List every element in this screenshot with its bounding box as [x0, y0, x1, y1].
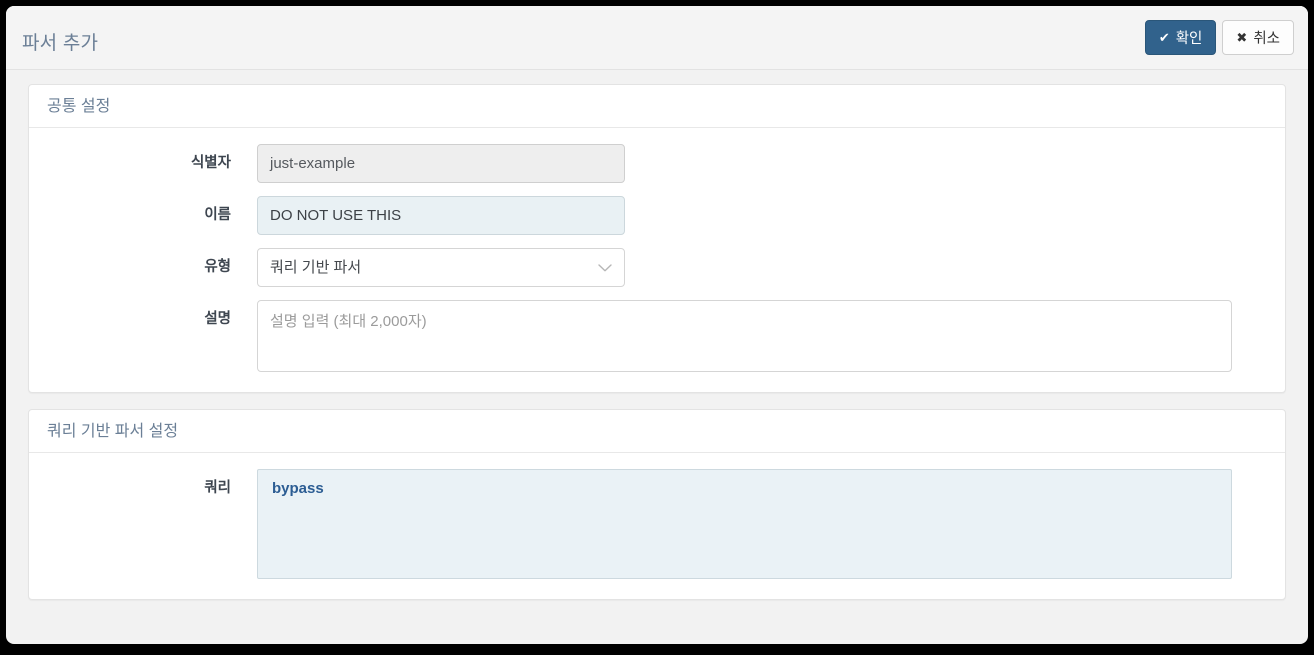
form-row-description: 설명 설명 입력 (최대 2,000자) [29, 300, 1259, 372]
identifier-label: 식별자 [190, 155, 231, 171]
confirm-button[interactable]: ✔ 확인 [1144, 20, 1217, 55]
panel-query-parser-settings-heading: 쿼리 기반 파서 설정 [29, 410, 1285, 453]
form-row-identifier: 식별자 just-example [29, 144, 1259, 183]
query-label: 쿼리 [204, 480, 231, 496]
query-code-token: bypass [272, 480, 324, 497]
cancel-button[interactable]: ✖ 취소 [1222, 20, 1294, 55]
form-row-query: 쿼리 bypass [29, 469, 1259, 579]
type-select[interactable]: 쿼리 기반 파서 [257, 248, 625, 287]
form-row-name: 이름 DO NOT USE THIS [29, 196, 1259, 235]
dialog-body: 공통 설정 식별자 just-example 이름 DO NOT USE THI… [6, 70, 1308, 644]
name-label: 이름 [204, 207, 231, 223]
panel-common-settings-body: 식별자 just-example 이름 DO NOT USE THIS 유형 쿼… [29, 128, 1285, 392]
confirm-button-label: 확인 [1175, 31, 1203, 47]
dialog-header-actions: ✔ 확인 ✖ 취소 [1144, 20, 1294, 55]
description-label: 설명 [204, 311, 231, 327]
type-label: 유형 [204, 259, 231, 275]
panel-query-parser-settings-body: 쿼리 bypass [29, 453, 1285, 599]
description-textarea[interactable]: 설명 입력 (최대 2,000자) [257, 300, 1232, 372]
panel-common-settings: 공통 설정 식별자 just-example 이름 DO NOT USE THI… [28, 84, 1286, 393]
check-icon: ✔ [1158, 30, 1170, 45]
dialog-header: 파서 추가 ✔ 확인 ✖ 취소 [6, 6, 1308, 70]
cancel-button-label: 취소 [1253, 31, 1280, 47]
query-code-editor[interactable]: bypass [257, 469, 1232, 579]
panel-query-parser-settings: 쿼리 기반 파서 설정 쿼리 bypass [28, 409, 1286, 600]
name-input[interactable]: DO NOT USE THIS [257, 196, 625, 235]
type-select-wrapper: 쿼리 기반 파서 [257, 248, 625, 287]
close-icon: ✖ [1236, 30, 1248, 45]
dialog-title: 파서 추가 [22, 33, 99, 54]
add-parser-dialog: 파서 추가 ✔ 확인 ✖ 취소 공통 설정 식별자 just-example 이… [6, 6, 1308, 644]
form-row-type: 유형 쿼리 기반 파서 [29, 248, 1259, 287]
panel-common-settings-heading: 공통 설정 [29, 85, 1285, 128]
identifier-input[interactable]: just-example [257, 144, 625, 183]
